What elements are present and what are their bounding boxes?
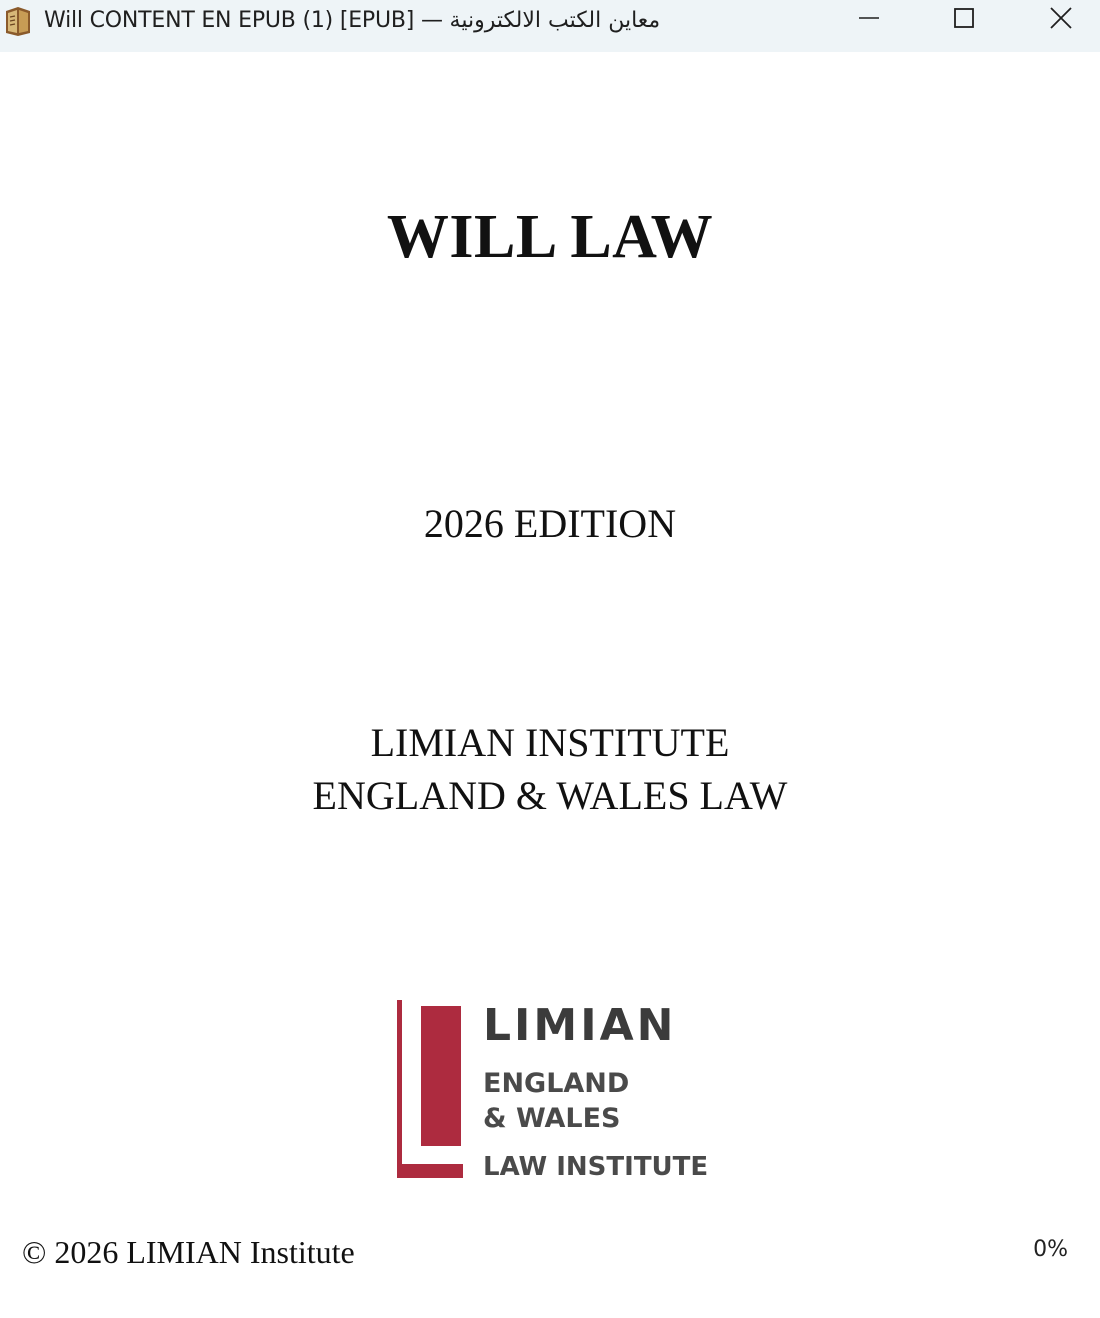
limian-logo: LIMIAN ENGLAND & WALES LAW INSTITUTE	[393, 1000, 713, 1190]
logo-subtitle: LAW INSTITUTE	[483, 1152, 709, 1182]
minimize-icon	[858, 7, 880, 33]
book-viewer-app-icon	[4, 5, 32, 37]
logo-region-line: & WALES	[483, 1103, 621, 1134]
window-title: Will CONTENT EN EPUB (1) [EPUB] — معاين …	[44, 8, 661, 33]
close-button[interactable]	[1016, 0, 1100, 40]
logo-name: LIMIAN	[483, 1000, 677, 1051]
limian-logo-mark	[397, 1000, 463, 1178]
logo-region: ENGLAND & WALES	[483, 1066, 629, 1136]
title-bar[interactable]: Will CONTENT EN EPUB (1) [EPUB] — معاين …	[0, 0, 1100, 52]
close-icon	[1049, 6, 1073, 34]
maximize-icon	[953, 7, 975, 33]
logo-region-line: ENGLAND	[483, 1068, 630, 1099]
maximize-button[interactable]	[919, 0, 1009, 40]
publisher-line: LIMIAN INSTITUTE	[370, 720, 730, 765]
publisher-line: ENGLAND & WALES LAW	[312, 773, 788, 818]
minimize-button[interactable]	[824, 0, 914, 40]
copyright-notice: © 2026 LIMIAN Institute	[22, 1234, 355, 1270]
reading-progress: 0%	[1033, 1237, 1068, 1262]
publisher-block: LIMIAN INSTITUTE ENGLAND & WALES LAW	[0, 716, 1100, 822]
edition-label: 2026 EDITION	[423, 501, 677, 546]
book-title: WILL LAW	[386, 203, 714, 271]
book-page[interactable]: WILL LAW 2026 EDITION LIMIAN INSTITUTE E…	[0, 52, 1100, 1318]
